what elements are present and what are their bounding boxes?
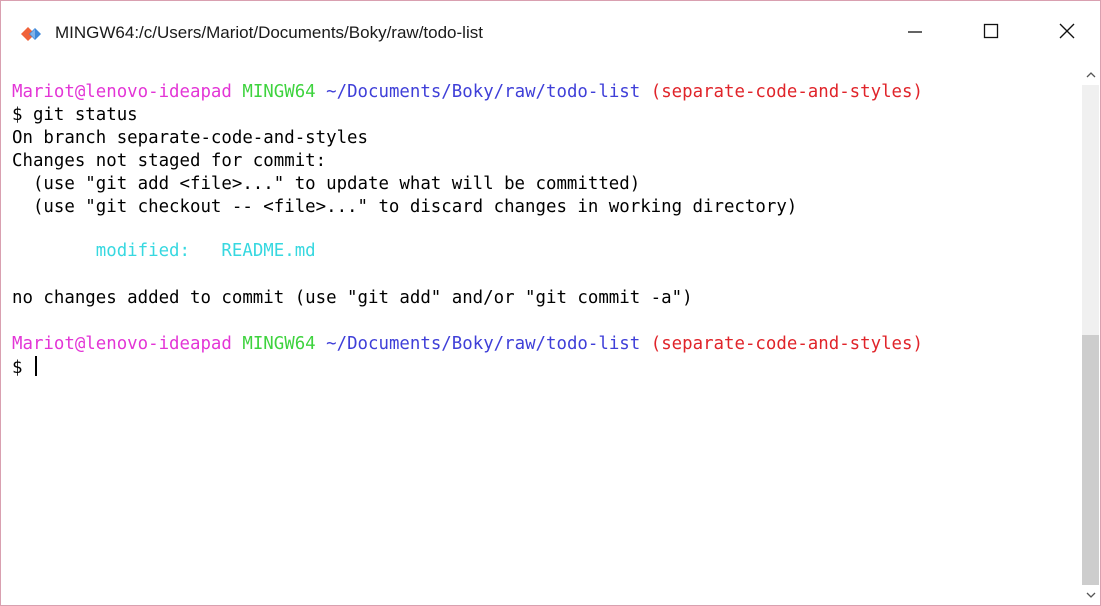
- prompt-path: ~/Documents/Boky/raw/todo-list: [326, 334, 641, 354]
- scroll-up-button[interactable]: [1081, 65, 1100, 85]
- input-prompt: $: [12, 358, 33, 378]
- git-bash-icon: [21, 25, 43, 43]
- modified-label: modified:: [95, 241, 190, 261]
- prompt-line: Mariot@lenovo-ideapad MINGW64 ~/Document…: [12, 333, 923, 356]
- command-line: $ git status: [12, 105, 138, 125]
- prompt-branch: (separate-code-and-styles): [650, 334, 923, 354]
- close-button[interactable]: [1035, 1, 1099, 65]
- chevron-down-icon: [1086, 586, 1096, 604]
- output-line: On branch separate-code-and-styles: [12, 128, 368, 148]
- terminal-window: MINGW64:/c/Users/Mariot/Documents/Boky/r…: [0, 0, 1101, 606]
- title-bar[interactable]: MINGW64:/c/Users/Mariot/Documents/Boky/r…: [1, 1, 1100, 65]
- maximize-icon: [983, 23, 999, 44]
- modified-file: README.md: [221, 241, 316, 261]
- prompt-host: MINGW64: [242, 334, 316, 354]
- prompt-host: MINGW64: [242, 82, 316, 102]
- prompt-path: ~/Documents/Boky/raw/todo-list: [326, 82, 641, 102]
- minimize-icon: [907, 23, 923, 44]
- output-line: (use "git add <file>..." to update what …: [12, 174, 641, 194]
- output-line: (use "git checkout -- <file>..." to disc…: [12, 197, 798, 217]
- minimize-button[interactable]: [883, 1, 947, 65]
- prompt-line: Mariot@lenovo-ideapad MINGW64 ~/Document…: [12, 81, 923, 104]
- modified-line: modified: README.md: [12, 240, 316, 263]
- text-cursor: [34, 356, 37, 376]
- vertical-scrollbar[interactable]: [1081, 65, 1100, 605]
- chevron-up-icon: [1086, 66, 1096, 84]
- prompt-branch: (separate-code-and-styles): [650, 82, 923, 102]
- terminal-output[interactable]: Mariot@lenovo-ideapad MINGW64 ~/Document…: [2, 65, 1080, 605]
- prompt-user: Mariot@lenovo-ideapad: [12, 334, 232, 354]
- output-line: no changes added to commit (use "git add…: [12, 288, 693, 308]
- prompt-user: Mariot@lenovo-ideapad: [12, 82, 232, 102]
- maximize-button[interactable]: [959, 1, 1023, 65]
- input-line[interactable]: $: [12, 356, 37, 380]
- window-title: MINGW64:/c/Users/Mariot/Documents/Boky/r…: [55, 23, 483, 42]
- close-icon: [1059, 23, 1075, 44]
- scrollbar-thumb[interactable]: [1082, 335, 1099, 585]
- output-line: Changes not staged for commit:: [12, 151, 327, 171]
- scroll-down-button[interactable]: [1081, 585, 1100, 605]
